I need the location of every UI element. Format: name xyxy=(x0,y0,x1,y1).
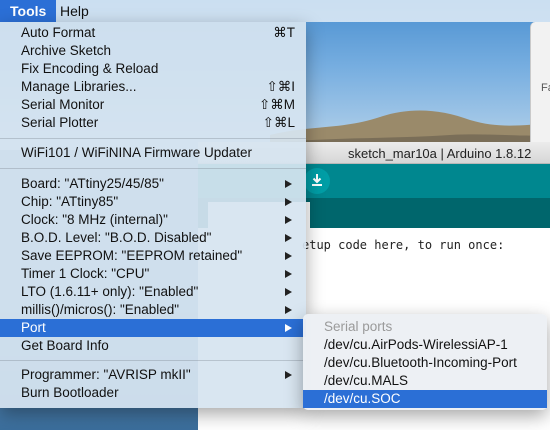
submenu-arrow-icon xyxy=(285,324,292,332)
tools-menu: Auto Format ⌘T Archive Sketch Fix Encodi… xyxy=(0,22,306,408)
shortcut-label: ⇧⌘L xyxy=(262,115,295,130)
menu-item-firmware-updater[interactable]: WiFi101 / WiFiNINA Firmware Updater xyxy=(0,144,306,162)
port-item-mals[interactable]: /dev/cu.MALS xyxy=(303,372,547,390)
menu-item-timer1-clock[interactable]: Timer 1 Clock: "CPU" xyxy=(0,265,306,283)
submenu-header-serial-ports: Serial ports xyxy=(324,319,393,334)
menu-item-save-eeprom[interactable]: Save EEPROM: "EEPROM retained" xyxy=(0,247,306,265)
menu-item-programmer[interactable]: Programmer: "AVRISP mkII" xyxy=(0,366,306,384)
submenu-arrow-icon xyxy=(285,198,292,206)
shortcut-label: ⇧⌘M xyxy=(258,97,295,112)
submenu-arrow-icon xyxy=(285,234,292,242)
submenu-arrow-icon xyxy=(285,371,292,379)
port-item-soc[interactable]: /dev/cu.SOC xyxy=(303,390,547,408)
menu-item-manage-libraries[interactable]: Manage Libraries... ⇧⌘I xyxy=(0,78,306,96)
menu-help[interactable]: Help xyxy=(50,0,99,22)
menu-item-auto-format[interactable]: Auto Format ⌘T xyxy=(0,24,306,42)
port-item-bluetooth-incoming[interactable]: /dev/cu.Bluetooth-Incoming-Port xyxy=(303,354,547,372)
menu-item-bod-level[interactable]: B.O.D. Level: "B.O.D. Disabled" xyxy=(0,229,306,247)
menu-tools[interactable]: Tools xyxy=(0,0,57,22)
submenu-arrow-icon xyxy=(285,288,292,296)
menu-item-board[interactable]: Board: "ATtiny25/45/85" xyxy=(0,175,306,193)
menu-item-serial-monitor[interactable]: Serial Monitor ⇧⌘M xyxy=(0,96,306,114)
window-title: sketch_mar10a | Arduino 1.8.12 xyxy=(348,146,532,161)
shortcut-label: ⌘T xyxy=(273,25,295,40)
submenu-arrow-icon xyxy=(285,180,292,188)
submenu-arrow-icon xyxy=(285,306,292,314)
menu-item-millis-micros[interactable]: millis()/micros(): "Enabled" xyxy=(0,301,306,319)
submenu-arrow-icon xyxy=(285,216,292,224)
download-icon xyxy=(310,173,324,190)
menu-item-serial-plotter[interactable]: Serial Plotter ⇧⌘L xyxy=(0,114,306,132)
menu-item-chip[interactable]: Chip: "ATtiny85" xyxy=(0,193,306,211)
menu-item-archive-sketch[interactable]: Archive Sketch xyxy=(0,42,306,60)
menu-separator xyxy=(0,360,306,361)
menu-separator xyxy=(0,138,306,139)
menu-item-fix-encoding[interactable]: Fix Encoding & Reload xyxy=(0,60,306,78)
port-item-airpods[interactable]: /dev/cu.AirPods-WirelessiAP-1 xyxy=(303,336,547,354)
menu-bar: Tools Help xyxy=(0,0,550,22)
menu-item-lto[interactable]: LTO (1.6.11+ only): "Enabled" xyxy=(0,283,306,301)
save-button[interactable] xyxy=(304,168,330,194)
submenu-arrow-icon xyxy=(285,270,292,278)
port-submenu: Serial ports /dev/cu.AirPods-WirelessiAP… xyxy=(303,314,547,410)
menu-item-burn-bootloader[interactable]: Burn Bootloader xyxy=(0,384,306,402)
shortcut-label: ⇧⌘I xyxy=(266,79,295,94)
background-dialog: Fa xyxy=(530,22,550,147)
menu-separator xyxy=(0,168,306,169)
menu-item-get-board-info[interactable]: Get Board Info xyxy=(0,337,306,355)
code-editor-line[interactable]: etup code here, to run once: xyxy=(302,238,504,252)
submenu-arrow-icon xyxy=(285,252,292,260)
menu-item-port[interactable]: Port xyxy=(0,319,306,337)
background-dialog-text: Fa xyxy=(541,82,550,94)
menu-item-clock[interactable]: Clock: "8 MHz (internal)" xyxy=(0,211,306,229)
